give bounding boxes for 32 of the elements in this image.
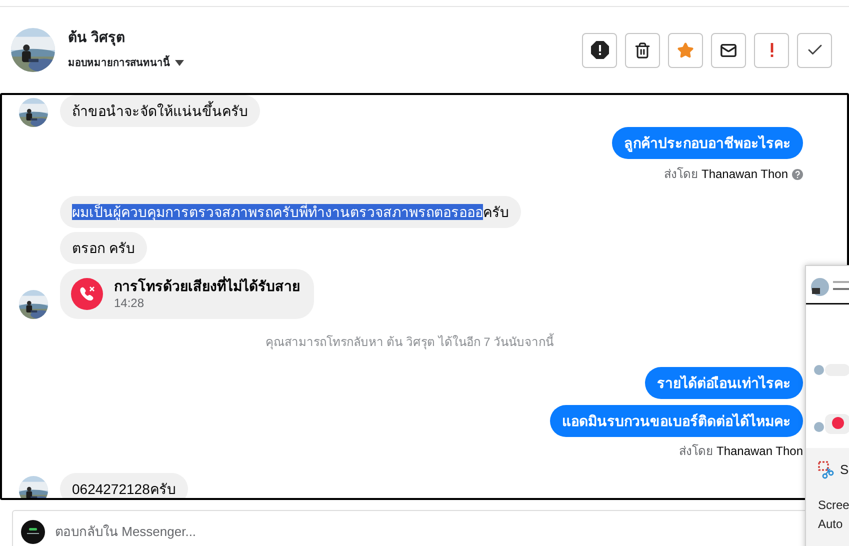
message-bubble: ตรอก ครับ bbox=[60, 232, 147, 264]
message-bubble: ผมเป็นผู้ควบคุมการตรวจสภาพรถครับพี่ทำงานตรวจสภาพรถตอรอออครับ bbox=[60, 196, 521, 228]
contact-name: ต้น วิศรุต bbox=[68, 28, 126, 48]
mail-button[interactable] bbox=[711, 32, 746, 68]
done-button[interactable] bbox=[797, 32, 832, 68]
star-icon bbox=[677, 42, 694, 58]
snip-notification-text: Auto bbox=[818, 516, 844, 532]
sent-by-label: ส่งโดย Thanawan Thon bbox=[664, 166, 788, 182]
call-back-notice: คุณสามารถโทรกลับหา ต้น วิศรุต ได้ในอีก 7 วันนับจากนี้ bbox=[265, 333, 554, 351]
call-title: การโทรด้วยเสียงที่ไม่ได้รับสาย bbox=[114, 277, 300, 295]
caret-icon bbox=[175, 60, 184, 66]
page-logo-icon bbox=[21, 520, 45, 544]
delete-button[interactable] bbox=[625, 32, 660, 68]
call-time: 14:28 bbox=[114, 295, 146, 311]
message-bubble: 0624272128ครับ bbox=[60, 473, 188, 498]
message-bubble: รายได้ต่อเือนเท่าไรคะ bbox=[645, 367, 803, 399]
help-icon bbox=[792, 168, 803, 180]
snip-notification-text: Scree bbox=[818, 496, 849, 514]
missed-call-icon bbox=[71, 278, 103, 310]
message-bubble: แอดมินรบกวนขอเบอร์ติดต่อได้ไหมคะ bbox=[550, 405, 803, 437]
sent-by-label: ส่งโดย Thanawan Thon bbox=[679, 443, 803, 459]
exclamation-icon bbox=[770, 43, 774, 57]
message-bubble: ถ้าขอนำจะจัดให้แน่นขึ้นครับ bbox=[60, 95, 260, 127]
spam-button[interactable] bbox=[582, 32, 617, 68]
snip-title: S bbox=[840, 461, 849, 479]
envelope-icon bbox=[720, 42, 737, 58]
alert-icon bbox=[590, 41, 608, 59]
star-button[interactable] bbox=[668, 32, 703, 68]
trash-icon bbox=[634, 42, 651, 58]
message-bubble: ลูกค้าประกอบอาชีพอะไรคะ bbox=[612, 127, 803, 159]
snipping-tool-icon bbox=[818, 460, 834, 479]
assign-conversation-dropdown[interactable]: มอบหมายการสนทนานี้ bbox=[68, 56, 184, 70]
